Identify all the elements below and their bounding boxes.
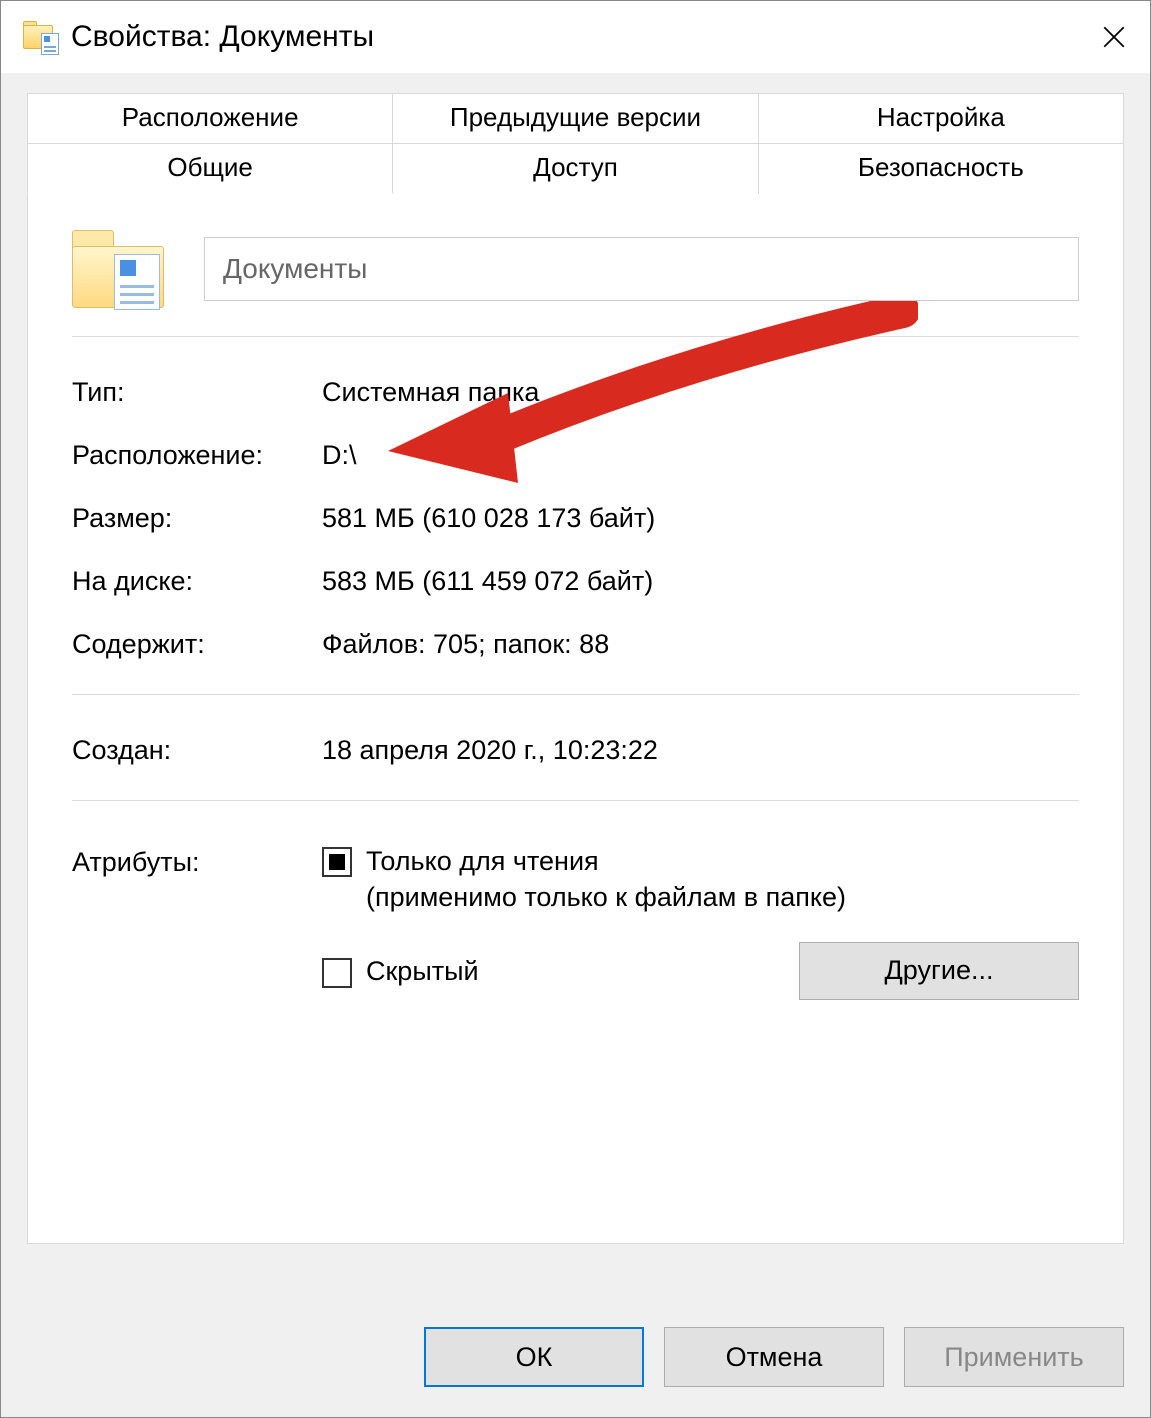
divider xyxy=(72,336,1079,337)
size-label: Размер: xyxy=(72,503,322,534)
created-value: 18 апреля 2020 г., 10:23:22 xyxy=(322,735,1079,766)
dialog-footer: ОК Отмена Применить xyxy=(1,1301,1150,1417)
close-button[interactable] xyxy=(1078,1,1150,73)
attributes-label: Атрибуты: xyxy=(72,843,322,1026)
readonly-sublabel: (применимо только к файлам в папке) xyxy=(366,882,846,912)
apply-button[interactable]: Применить xyxy=(904,1327,1124,1387)
properties-dialog: Свойства: Документы Расположение Предыду… xyxy=(0,0,1151,1418)
window-title: Свойства: Документы xyxy=(71,20,374,54)
tab-strip: Расположение Предыдущие версии Настройка… xyxy=(27,93,1124,194)
close-icon xyxy=(1101,24,1127,50)
tab-previous-versions[interactable]: Предыдущие версии xyxy=(393,93,758,144)
title-bar: Свойства: Документы xyxy=(1,1,1150,73)
contains-label: Содержит: xyxy=(72,629,322,660)
type-value: Системная папка xyxy=(322,377,1079,408)
tab-location[interactable]: Расположение xyxy=(27,93,393,144)
contains-value: Файлов: 705; папок: 88 xyxy=(322,629,1079,660)
tab-sharing[interactable]: Доступ xyxy=(393,144,758,194)
ok-button[interactable]: ОК xyxy=(424,1327,644,1387)
tab-security[interactable]: Безопасность xyxy=(759,144,1124,194)
dialog-body: Расположение Предыдущие версии Настройка… xyxy=(1,73,1150,1301)
readonly-label: Только для чтения (применимо только к фа… xyxy=(366,843,846,916)
size-value: 581 МБ (610 028 173 байт) xyxy=(322,503,1079,534)
general-panel: Документы Тип: Системная папка Расположе… xyxy=(27,194,1124,1244)
divider xyxy=(72,694,1079,695)
documents-folder-icon xyxy=(23,19,59,55)
readonly-checkbox[interactable] xyxy=(322,847,352,877)
folder-large-icon xyxy=(72,230,164,308)
size-on-disk-label: На диске: xyxy=(72,566,322,597)
tab-customize[interactable]: Настройка xyxy=(759,93,1124,144)
tab-general[interactable]: Общие xyxy=(27,144,393,194)
folder-name-value: Документы xyxy=(223,253,367,285)
created-label: Создан: xyxy=(72,735,322,766)
hidden-checkbox[interactable] xyxy=(322,958,352,988)
location-value: D:\ xyxy=(322,440,1079,471)
cancel-button[interactable]: Отмена xyxy=(664,1327,884,1387)
divider xyxy=(72,800,1079,801)
hidden-label: Скрытый xyxy=(366,953,479,989)
folder-name-input[interactable]: Документы xyxy=(204,237,1079,301)
size-on-disk-value: 583 МБ (611 459 072 байт) xyxy=(322,566,1079,597)
location-label: Расположение: xyxy=(72,440,322,471)
advanced-button[interactable]: Другие... xyxy=(799,942,1079,1000)
type-label: Тип: xyxy=(72,377,322,408)
